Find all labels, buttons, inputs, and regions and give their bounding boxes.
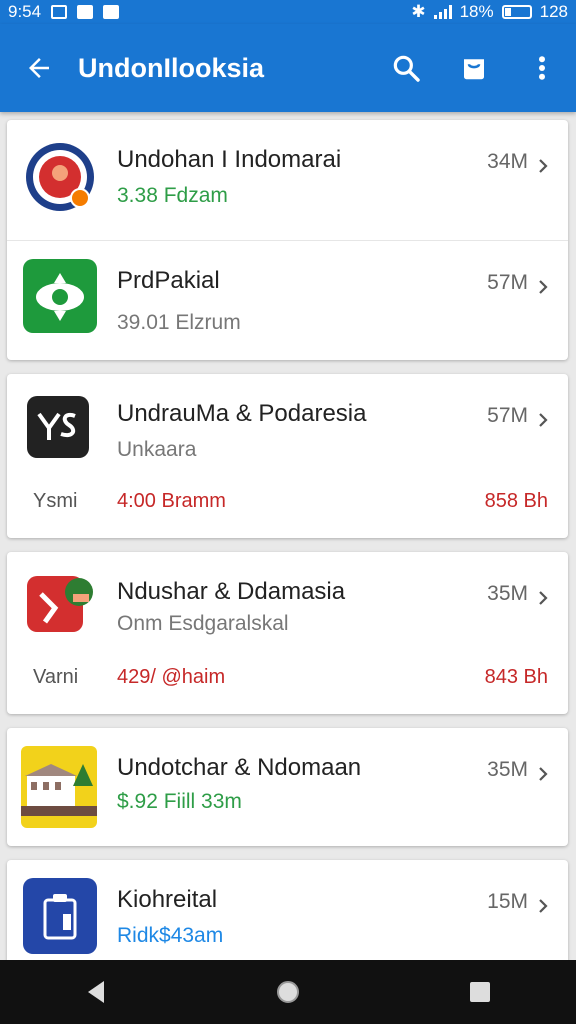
camera-notification-icon: [103, 5, 120, 19]
list-item[interactable]: UndrauMa & Podaresia Unkaara 57M: [7, 374, 568, 494]
chevron-right-icon: [539, 899, 548, 913]
app-name: UndrauMa & Podaresia: [117, 400, 367, 427]
chevron-right-icon: [539, 159, 548, 173]
app-size: 34M: [487, 150, 528, 173]
app-card: UndrauMa & Podaresia Unkaara 57M Ysmi 4:…: [7, 374, 568, 538]
nav-recents-icon: [470, 982, 490, 1002]
app-size: 57M: [487, 404, 528, 427]
list-item[interactable]: Kiohreital Ridk$43am 15M: [7, 860, 568, 960]
nav-back-button[interactable]: [66, 962, 126, 1022]
nav-back-icon: [88, 981, 104, 1003]
signal-icon: [433, 5, 452, 19]
yellow-building-icon: [21, 746, 97, 828]
app-subtitle: Unkaara: [117, 438, 197, 461]
bluetooth-icon: ✱: [411, 2, 426, 21]
app-subtitle: 39.01 Elzrum: [117, 311, 241, 334]
battery-icon: [501, 5, 532, 19]
list-item[interactable]: PrdPakial 39.01 Elzrum 57M: [7, 240, 568, 360]
app-subtitle: Onm Esdgaralskal: [117, 612, 289, 635]
list-item[interactable]: Undotchar & Ndomaan $.92 Fiill 33m 35M: [7, 728, 568, 848]
nav-recents-button[interactable]: [450, 962, 510, 1022]
app-size: 15M: [487, 890, 528, 913]
card-footer: Ysmi 4:00 Bramm 858 Bh: [7, 484, 568, 524]
black-ys-icon: [27, 396, 89, 458]
app-name: PrdPakial: [117, 267, 220, 294]
footer-value: 4:00 Bramm: [117, 490, 226, 512]
chevron-right-icon: [539, 280, 548, 294]
notification-icon: [77, 5, 94, 19]
app-size: 57M: [487, 271, 528, 294]
app-subtitle: $.92 Fiill 33m: [117, 790, 242, 813]
status-time: 9:54: [8, 2, 42, 21]
search-icon: [393, 55, 420, 82]
app-card: Ndushar & Ddamasia Onm Esdgaralskal 35M …: [7, 552, 568, 714]
back-button[interactable]: [0, 24, 78, 112]
app-card: Undohan I Indomarai 3.38 Fdzam 34M PrdPa…: [7, 120, 568, 360]
app-size: 35M: [487, 582, 528, 605]
status-bar: 9:54 ✱ 18% 128: [0, 0, 576, 24]
system-nav-bar: [0, 960, 576, 1024]
more-vert-icon: [539, 56, 545, 80]
search-button[interactable]: [372, 24, 440, 112]
green-emblem-icon: [23, 259, 97, 333]
arrow-back-icon: [29, 58, 49, 78]
app-name: Undohan I Indomarai: [117, 146, 342, 173]
footer-amount: 858 Bh: [484, 490, 548, 512]
app-size: 35M: [487, 758, 528, 781]
footer-value: 429/ @haim: [117, 666, 226, 688]
app-subtitle: 3.38 Fdzam: [117, 184, 228, 207]
list-item[interactable]: Undohan I Indomarai 3.38 Fdzam 34M: [7, 120, 568, 240]
footer-label: Ysmi: [33, 490, 78, 512]
status-extra: 128: [539, 2, 568, 21]
nav-home-button[interactable]: [258, 962, 318, 1022]
app-list: Undohan I Indomarai 3.38 Fdzam 34M PrdPa…: [0, 112, 576, 960]
list-item[interactable]: Ndushar & Ddamasia Onm Esdgaralskal 35M: [7, 552, 568, 672]
app-name: Kiohreital: [117, 886, 218, 913]
app-card: Undotchar & Ndomaan $.92 Fiill 33m 35M: [7, 728, 568, 846]
footer-label: Varni: [33, 666, 79, 688]
red-puzzle-icon: [25, 570, 95, 636]
more-options-button[interactable]: [508, 24, 576, 112]
nav-home-icon: [277, 981, 299, 1003]
chevron-right-icon: [539, 591, 548, 605]
app-card: Kiohreital Ridk$43am 15M: [7, 860, 568, 960]
app-name: Ndushar & Ddamasia: [117, 578, 346, 605]
shopping-bag-icon: [464, 59, 484, 80]
app-subtitle: Ridk$43am: [117, 924, 224, 947]
bag-button[interactable]: [440, 24, 508, 112]
battery-percent: 18%: [459, 2, 494, 21]
sim-icon: [51, 5, 68, 19]
card-footer: Varni 429/ @haim 843 Bh: [7, 660, 568, 700]
app-name: Undotchar & Ndomaan: [117, 754, 362, 781]
page-title: UndonIlooksia: [78, 52, 265, 83]
chevron-right-icon: [539, 767, 548, 781]
red-target-icon: [23, 140, 97, 214]
chevron-right-icon: [539, 413, 548, 427]
app-bar: UndonIlooksia: [0, 24, 576, 112]
blue-clipboard-icon: [23, 878, 97, 954]
footer-amount: 843 Bh: [484, 666, 548, 688]
